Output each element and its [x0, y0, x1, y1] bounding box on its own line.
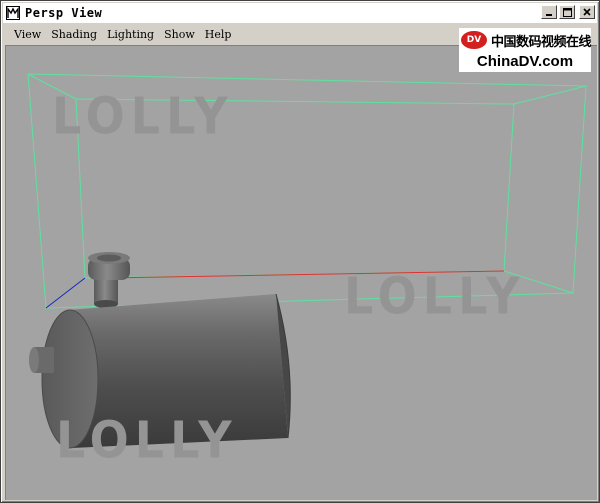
maximize-icon: [562, 7, 572, 17]
menu-help[interactable]: Help: [200, 28, 237, 41]
logo-site-text: ChinaDV.com: [476, 53, 574, 70]
z-axis-line: [45, 277, 86, 309]
menu-show[interactable]: Show: [159, 28, 200, 41]
window-controls: [541, 5, 595, 19]
window-title: Persp View: [25, 6, 103, 20]
watermark-text: LOLLY: [52, 86, 234, 146]
menu-lighting[interactable]: Lighting: [102, 28, 159, 41]
logo-chinese-text: 中国数码视频在线: [491, 34, 592, 50]
cylinder-knob[interactable]: [88, 252, 130, 308]
chinadv-logo: DV 中国数码视频在线 ChinaDV.com: [459, 28, 592, 72]
title-bar[interactable]: Persp View: [3, 3, 597, 23]
perspective-viewport[interactable]: LOLLY LOLLY LOLLY: [5, 45, 597, 500]
menu-view[interactable]: View: [9, 28, 46, 41]
minimize-button[interactable]: [541, 5, 557, 19]
chinadv-emblem-icon: DV: [461, 31, 487, 49]
minimize-icon: [546, 14, 552, 16]
persp-view-window: Persp View View Shading Lighting Show He…: [0, 0, 600, 503]
maya-app-icon[interactable]: [5, 5, 21, 21]
menu-shading[interactable]: Shading: [46, 28, 102, 41]
close-button[interactable]: [579, 5, 595, 19]
close-icon: [583, 8, 591, 16]
watermark-text: LOLLY: [56, 410, 238, 470]
maximize-button[interactable]: [559, 5, 575, 19]
watermark-text: LOLLY: [344, 266, 526, 326]
